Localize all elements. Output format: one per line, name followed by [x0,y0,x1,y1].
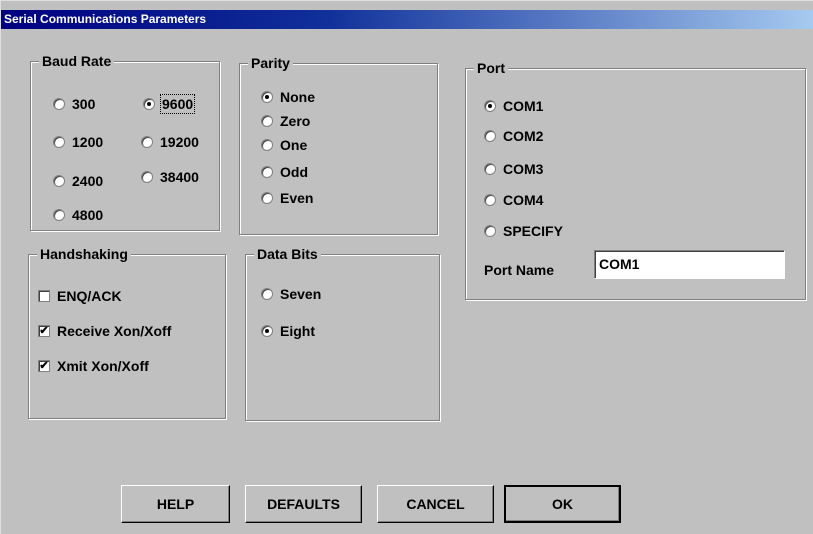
option-label: Zero [280,113,311,129]
option-label: 1200 [72,134,104,150]
window-title: Serial Communications Parameters [1,10,813,29]
baud-rate-legend: Baud Rate [39,52,115,70]
baud-2400-option[interactable]: 2400 [53,173,103,189]
option-label: Even [280,190,314,206]
parity-group: Parity None Zero One Odd Even [239,54,438,235]
radio-button[interactable] [484,163,496,175]
radio-button[interactable] [261,115,273,127]
baud-4800-option[interactable]: 4800 [53,207,103,223]
baud-19200-option[interactable]: 19200 [141,134,199,150]
port-com1-option[interactable]: COM1 [484,98,543,114]
option-label: 19200 [160,134,199,150]
option-label: Eight [280,323,315,339]
radio-button[interactable] [143,98,155,110]
checkbox[interactable] [38,290,50,302]
baud-38400-option[interactable]: 38400 [141,169,199,185]
enq-ack-checkbox[interactable]: ENQ/ACK [38,288,122,304]
baud-rate-group: Baud Rate 300 9600 1200 19200 2400 38400… [30,52,220,231]
checkbox[interactable] [38,325,50,337]
data-bits-eight-option[interactable]: Eight [261,323,315,339]
radio-button[interactable] [484,130,496,142]
option-label: COM3 [503,161,544,177]
option-label: ENQ/ACK [57,288,122,304]
port-specify-option[interactable]: SPECIFY [484,223,563,239]
help-button[interactable]: HELP [121,485,230,523]
radio-button[interactable] [261,325,273,337]
option-label: Odd [280,164,308,180]
radio-button[interactable] [53,98,65,110]
data-bits-group: Data Bits Seven Eight [245,245,440,421]
parity-odd-option[interactable]: Odd [261,164,308,180]
radio-button[interactable] [261,91,273,103]
parity-legend: Parity [248,54,293,72]
baud-300-option[interactable]: 300 [53,96,95,112]
port-com4-option[interactable]: COM4 [484,192,543,208]
radio-button[interactable] [261,192,273,204]
parity-zero-option[interactable]: Zero [261,113,310,129]
option-label: COM2 [503,128,544,144]
parity-even-option[interactable]: Even [261,190,313,206]
port-group: Port COM1 COM2 COM3 COM4 SPECIFY Port Na… [465,59,806,300]
checkbox[interactable] [38,360,50,372]
option-label: COM1 [503,98,544,114]
xmit-xon-xoff-checkbox[interactable]: Xmit Xon/Xoff [38,358,149,374]
option-label: 2400 [72,173,104,189]
handshaking-legend: Handshaking [37,245,131,263]
port-com3-option[interactable]: COM3 [484,161,543,177]
ok-button[interactable]: OK [504,485,621,523]
data-bits-legend: Data Bits [254,245,321,263]
radio-button[interactable] [53,175,65,187]
handshaking-group: Handshaking ENQ/ACK Receive Xon/Xoff Xmi… [28,245,226,419]
radio-button[interactable] [484,100,496,112]
radio-button[interactable] [53,209,65,221]
option-label: None [280,89,315,105]
option-label: Seven [280,286,322,302]
radio-button[interactable] [53,136,65,148]
option-label: 9600 [159,94,196,114]
option-label: 38400 [160,169,199,185]
option-label: Receive Xon/Xoff [57,323,172,339]
parity-one-option[interactable]: One [261,137,307,153]
radio-button[interactable] [141,171,153,183]
port-com2-option[interactable]: COM2 [484,128,543,144]
radio-button[interactable] [261,166,273,178]
radio-button[interactable] [484,194,496,206]
option-label: Xmit Xon/Xoff [57,358,149,374]
option-label: 4800 [72,207,104,223]
radio-button[interactable] [484,225,496,237]
radio-button[interactable] [261,288,273,300]
serial-communications-dialog: Serial Communications Parameters Baud Ra… [0,0,813,534]
receive-xon-xoff-checkbox[interactable]: Receive Xon/Xoff [38,323,171,339]
defaults-button[interactable]: DEFAULTS [245,485,362,523]
option-label: One [280,137,308,153]
option-label: COM4 [503,192,544,208]
parity-none-option[interactable]: None [261,89,315,105]
baud-1200-option[interactable]: 1200 [53,134,103,150]
cancel-button[interactable]: CANCEL [377,485,494,523]
radio-button[interactable] [261,139,273,151]
port-name-input[interactable]: COM1 [594,250,785,279]
radio-button[interactable] [141,136,153,148]
port-name-label: Port Name [484,262,555,278]
data-bits-seven-option[interactable]: Seven [261,286,321,302]
baud-9600-option[interactable]: 9600 [143,94,196,114]
option-label: 300 [72,96,96,112]
option-label: SPECIFY [503,223,563,239]
port-legend: Port [474,59,508,77]
